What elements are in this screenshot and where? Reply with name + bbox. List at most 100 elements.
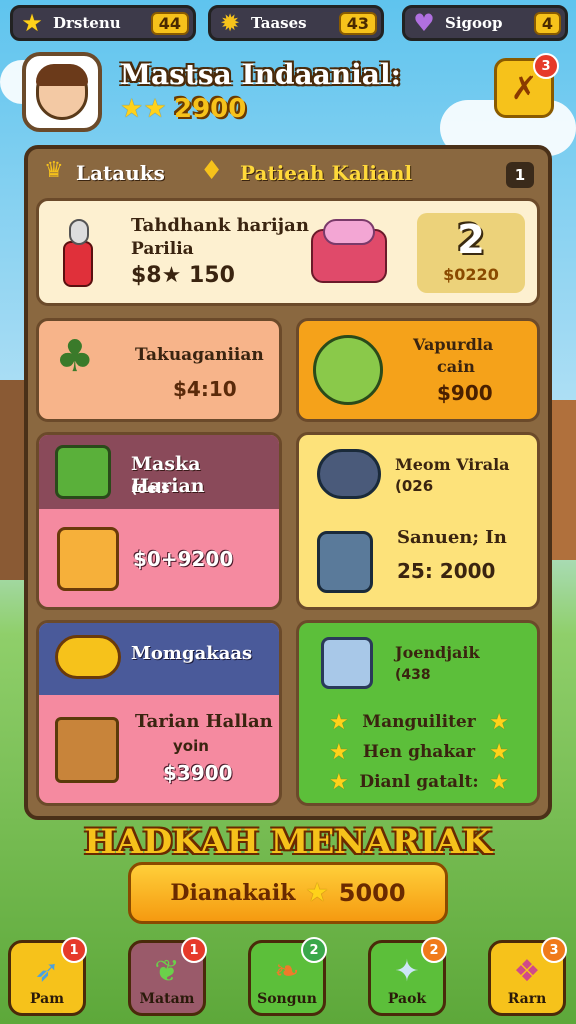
nav-label: Rarn: [507, 991, 547, 1007]
featured-subtitle: Parilia: [131, 239, 194, 259]
notification-badge: 3: [533, 53, 559, 79]
gadget-icon: [313, 335, 383, 405]
buy-button-value: 5000: [338, 879, 406, 907]
shop-card-4[interactable]: Meom Virala (026 Sanuen; In 25: 2000: [296, 432, 540, 610]
notification-badge: 3: [541, 937, 567, 963]
resource-count: 4: [533, 11, 561, 35]
bonus-price: $0220: [443, 265, 499, 284]
device-icon: [317, 531, 373, 593]
shield-icon: ♦: [200, 156, 224, 186]
card-price: $3900: [163, 761, 233, 785]
avatar[interactable]: [22, 52, 102, 132]
nav-paok[interactable]: ✦ Paok 2: [368, 937, 447, 1016]
coin-roll-icon: [55, 635, 121, 679]
card-price: 25: 2000: [397, 559, 496, 583]
avatar-face: [36, 64, 88, 120]
bonus-number: 2: [457, 217, 485, 263]
resource-pill-1[interactable]: ★ Drstenu 44: [10, 5, 196, 41]
card-price: $4:10: [173, 377, 237, 401]
notification-badge: 2: [421, 937, 447, 963]
tools-button[interactable]: ✗ 3: [494, 53, 559, 118]
nav-rarn[interactable]: ❖ Rarn 3: [488, 937, 567, 1016]
star-icon: ★: [489, 709, 509, 735]
card-title-2: Tarian Hallan: [135, 711, 273, 732]
leaf-icon: ❦: [154, 954, 180, 989]
gift-box-icon: [57, 527, 119, 591]
featured-bonus: 2 $0220: [417, 213, 525, 293]
list-item-label: Manguiliter: [362, 712, 476, 732]
star-icon: ★: [329, 709, 349, 735]
card-subtitle: (438: [395, 667, 431, 683]
player-stars: ★★: [120, 94, 167, 124]
star-icon: ★: [143, 94, 167, 124]
featured-price: $8★ 150: [131, 263, 235, 288]
list-item: ★ Manguiliter ★: [329, 707, 509, 737]
resource-count: 44: [150, 11, 189, 35]
page-indicator: 1: [506, 162, 534, 188]
card-title: Joendjaik: [395, 643, 480, 662]
nav-pam[interactable]: ➶ Pam 1: [8, 937, 87, 1016]
resource-label: Taases: [251, 14, 307, 32]
tab-patieah[interactable]: Patieah Kalianl: [240, 161, 412, 185]
card-subtitle: cain: [437, 357, 475, 376]
shop-card-2[interactable]: Vapurdla cain $900: [296, 318, 540, 422]
resource-pill-2[interactable]: ✹ Taases 43: [208, 5, 384, 41]
list-item: ★ Hen ghakar ★: [329, 737, 509, 767]
shop-card-1[interactable]: ♣ Takuaganiian $4:10: [36, 318, 282, 422]
star-icon: ★: [329, 739, 349, 765]
card-title: Meom Virala: [395, 455, 510, 474]
rocket-icon: ➶: [34, 954, 60, 989]
shop-card-6[interactable]: Joendjaik (438 ★ Manguiliter ★ ★ Hen gha…: [296, 620, 540, 806]
notification-badge: 2: [301, 937, 327, 963]
gems-icon: ❖: [513, 954, 541, 989]
fence-right: [548, 400, 576, 560]
heart-icon: ♥: [413, 9, 435, 37]
shop-card-3[interactable]: Maska Harian (oels $0+9200: [36, 432, 282, 610]
box-icon: [55, 445, 111, 499]
promo-heading: HADKAH MENARIAK: [84, 822, 492, 862]
feather-icon: ❧: [274, 954, 300, 989]
gear-coin-icon: ✹: [219, 9, 241, 37]
shop-card-5[interactable]: Momgakaas Tarian Hallan yoin $3900: [36, 620, 282, 806]
treasure-crate-icon: [55, 717, 119, 783]
card-title: Takuaganiian: [135, 345, 264, 365]
card-title: Momgakaas: [131, 643, 253, 664]
resource-label: Sigoop: [445, 14, 503, 32]
notification-badge: 1: [61, 937, 87, 963]
nav-label: Paok: [387, 991, 427, 1007]
nav-matam[interactable]: ❦ Matam 1: [128, 937, 207, 1016]
resource-pill-3[interactable]: ♥ Sigoop 4: [402, 5, 568, 41]
star-icon: ★: [120, 94, 144, 124]
avatar-hair: [36, 64, 88, 86]
resource-count: 43: [338, 11, 377, 35]
buy-button-label: Dianakaik: [170, 880, 296, 906]
card-price: $0+9200: [133, 547, 234, 571]
card-subtitle: (026: [395, 477, 434, 495]
card-title-2: Sanuen; In: [397, 527, 507, 548]
nav-label: Songun: [257, 991, 317, 1007]
featured-card[interactable]: Tahdhank harijan Parilia $8★ 150 2 $0220: [36, 198, 540, 306]
cart-icon: [311, 219, 387, 283]
card-subtitle: yoin: [173, 737, 209, 755]
star-icon: ★: [489, 739, 509, 765]
card-price: $900: [437, 381, 493, 405]
player-score: 2900: [174, 94, 247, 124]
list-item-label: Hen ghakar: [362, 742, 476, 762]
cylinder-icon: [317, 449, 381, 499]
nav-label: Matam: [139, 991, 195, 1007]
machine-icon: [321, 637, 373, 689]
notification-badge: 1: [181, 937, 207, 963]
buy-button[interactable]: Dianakaik ★ 5000: [128, 862, 448, 924]
list-item: ★ Dianl gatalt: ★: [329, 767, 509, 797]
star-icon: ★: [489, 769, 509, 795]
star-icon: ★: [305, 878, 329, 908]
star-icon: ★: [21, 9, 43, 37]
lipstick-icon: [57, 219, 101, 289]
wand-icon: ✗: [510, 69, 538, 107]
nav-label: Pam: [29, 991, 65, 1007]
star-icon: ★: [329, 769, 349, 795]
nav-songun[interactable]: ❧ Songun 2: [248, 937, 327, 1016]
player-name: Mastsa Indaanial:: [120, 58, 401, 91]
tab-latauks[interactable]: Latauks: [76, 161, 165, 185]
card-subtitle: (oels: [131, 481, 170, 497]
